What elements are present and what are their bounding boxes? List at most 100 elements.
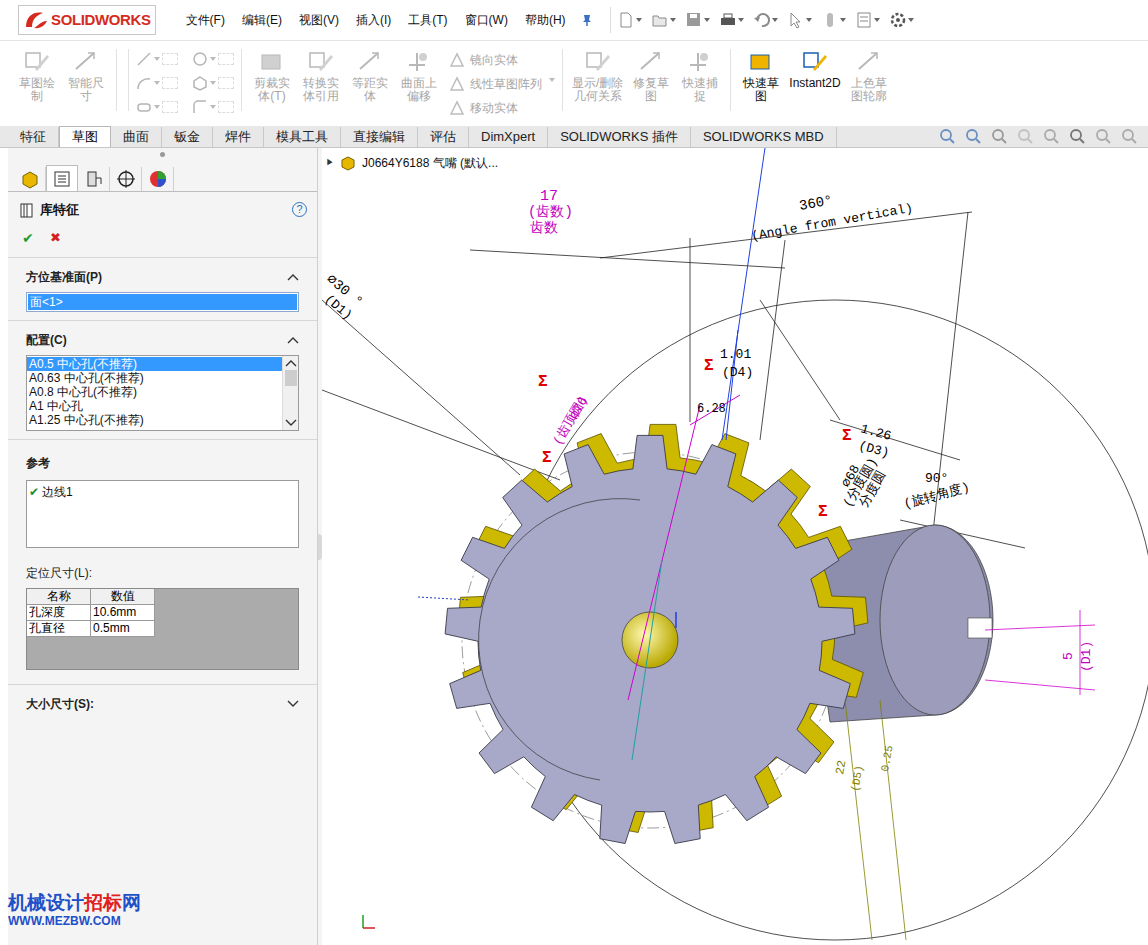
reference-item[interactable]: ✔边线1	[29, 483, 296, 501]
collapse-icon[interactable]	[287, 273, 299, 281]
expand-icon[interactable]	[287, 700, 299, 708]
table-cell[interactable]: 0.5mm	[91, 621, 155, 637]
configuration-item[interactable]: A0.5 中心孔(不推荐)	[27, 357, 282, 371]
dimension-label[interactable]: Σ	[818, 503, 828, 521]
expand-arrow[interactable]: ▶	[326, 157, 334, 169]
menu-item[interactable]: 文件(F)	[186, 11, 225, 29]
dropdown-arrow-icon[interactable]	[874, 17, 880, 23]
file-properties-icon[interactable]	[855, 11, 873, 29]
dimension-label[interactable]: Σ	[704, 357, 714, 375]
sketch-tool-icon[interactable]	[192, 75, 208, 91]
section-header[interactable]: 配置(C)	[8, 320, 317, 355]
ribbon-button[interactable]: 曲面上偏移	[396, 49, 442, 103]
sketch-tool-icon[interactable]	[192, 99, 208, 115]
manager-tab[interactable]	[78, 167, 110, 191]
pin-icon[interactable]	[580, 13, 594, 27]
ribbon-tool-icon[interactable]	[23, 49, 51, 75]
zoom-to-fit-icon[interactable]	[938, 127, 956, 145]
ribbon-tab[interactable]: 评估	[418, 127, 469, 147]
ribbon-list-item[interactable]: 线性草图阵列	[449, 75, 542, 93]
ribbon-tab[interactable]: SOLIDWORKS MBD	[691, 127, 837, 147]
dimension-label[interactable]: (齿顶圆)	[550, 393, 590, 448]
sketch-tool-icon[interactable]	[449, 76, 465, 92]
ribbon-button[interactable]: 智能尺寸	[63, 49, 109, 103]
dropdown-arrow-icon[interactable]	[704, 17, 710, 23]
dimension-label[interactable]: (D5)	[849, 764, 865, 792]
ribbon-button[interactable]: 草图绘制	[14, 49, 60, 103]
rebuild-icon[interactable]	[821, 11, 839, 29]
dimension-label[interactable]: (旋转角度)	[902, 479, 971, 512]
dimension-label[interactable]: 90°	[925, 471, 948, 486]
ribbon-tab[interactable]: 焊件	[213, 127, 264, 147]
pane-grip[interactable]	[160, 152, 165, 157]
manager-tab[interactable]	[46, 165, 78, 191]
cancel-button[interactable]: ✖	[50, 228, 61, 248]
dimension-label[interactable]: 1.01	[720, 347, 751, 362]
dimension-label[interactable]: 分度圆	[856, 468, 889, 510]
menu-item[interactable]: 窗口(W)	[465, 11, 508, 29]
section-header[interactable]: 方位基准面(P)	[8, 257, 317, 292]
part-icon[interactable]	[340, 155, 356, 171]
section-header[interactable]: 大小尺寸(S):	[8, 684, 317, 719]
ribbon-tab[interactable]: 特征	[8, 127, 59, 147]
sketch-tool-icon[interactable]	[136, 51, 152, 67]
ribbon-tool-icon[interactable]	[686, 49, 714, 75]
manager-tab[interactable]	[110, 167, 142, 191]
plane-field[interactable]: 面<1>	[26, 292, 299, 312]
ribbon-tool-icon[interactable]	[307, 49, 335, 75]
zoom-area-icon[interactable]	[964, 127, 982, 145]
help-button[interactable]: ?	[292, 202, 307, 217]
dropdown-arrow-icon[interactable]	[210, 104, 216, 110]
dimension-label[interactable]: Σ	[542, 449, 552, 467]
displaymanager-icon[interactable]	[147, 168, 169, 190]
ribbon-button[interactable]: 转换实体引用	[298, 49, 344, 103]
dimension-label[interactable]: (D3)	[857, 438, 891, 461]
ribbon-tool-icon[interactable]	[855, 49, 883, 75]
previous-view-icon[interactable]	[990, 127, 1008, 145]
configuration-item[interactable]: A1 中心孔	[27, 399, 282, 413]
dimension-label[interactable]: (齿数)	[528, 204, 573, 220]
dimension-label[interactable]: 6.28	[697, 402, 726, 416]
dimension-label[interactable]: (D4)	[722, 365, 753, 380]
sketch-tool-icon[interactable]	[449, 100, 465, 116]
edit-appearance-icon[interactable]	[1120, 127, 1138, 145]
ribbon-tab[interactable]: SOLIDWORKS 插件	[548, 127, 691, 147]
dimension-label[interactable]: 齿数	[530, 220, 558, 236]
manager-tab[interactable]	[14, 167, 46, 191]
dropdown-arrow-icon[interactable]	[154, 80, 160, 86]
ribbon-button[interactable]: 剪裁实体(T)	[249, 49, 295, 103]
ribbon-tool-icon[interactable]	[584, 49, 612, 75]
dropdown-arrow-icon[interactable]	[154, 56, 160, 62]
feature-tree-flyout[interactable]: ▶J0664Y6188 气嘴 (默认...	[326, 154, 498, 172]
dropdown-arrow-icon[interactable]	[210, 56, 216, 62]
scrollbar[interactable]	[282, 356, 298, 430]
print-icon[interactable]	[719, 11, 737, 29]
ribbon-list-item[interactable]: 镜向实体	[449, 51, 542, 69]
dimension-label[interactable]: (D1)	[1079, 641, 1094, 672]
menu-item[interactable]: 编辑(E)	[242, 11, 282, 29]
dropdown-arrow-icon[interactable]	[772, 17, 778, 23]
ribbon-button[interactable]: 上色草图轮廓	[846, 49, 892, 103]
propertymanager-icon[interactable]	[51, 168, 73, 190]
gear-face[interactable]	[445, 435, 855, 843]
ribbon-tab[interactable]: 草图	[59, 126, 111, 147]
dropdown-arrow-icon[interactable]	[738, 17, 744, 23]
options-icon[interactable]	[889, 11, 907, 29]
dropdown-arrow-icon[interactable]	[806, 17, 812, 23]
ribbon-button[interactable]: 快速草图	[738, 49, 784, 103]
graphics-area[interactable]: 17(齿数)齿数360°(Angle from vertical)⌀30 °(D…	[322, 148, 1148, 945]
dropdown-arrow-icon[interactable]	[636, 17, 642, 23]
ribbon-button[interactable]: 显示/删除几何关系	[570, 49, 625, 103]
section-view-icon[interactable]	[1016, 127, 1034, 145]
dropdown-arrow-icon[interactable]	[670, 17, 676, 23]
dimxpert-icon[interactable]	[115, 168, 137, 190]
open-icon[interactable]	[651, 11, 669, 29]
new-document-icon[interactable]	[617, 11, 635, 29]
dimension-label[interactable]: 17	[540, 188, 558, 205]
sketch-tool-icon[interactable]	[449, 52, 465, 68]
ribbon-tab[interactable]: 直接编辑	[341, 127, 418, 147]
dimension-label[interactable]: 22	[833, 759, 849, 776]
model-view[interactable]: 17(齿数)齿数360°(Angle from vertical)⌀30 °(D…	[322, 148, 1148, 945]
display-style-icon[interactable]	[1068, 127, 1086, 145]
menu-item[interactable]: 工具(T)	[408, 11, 447, 29]
